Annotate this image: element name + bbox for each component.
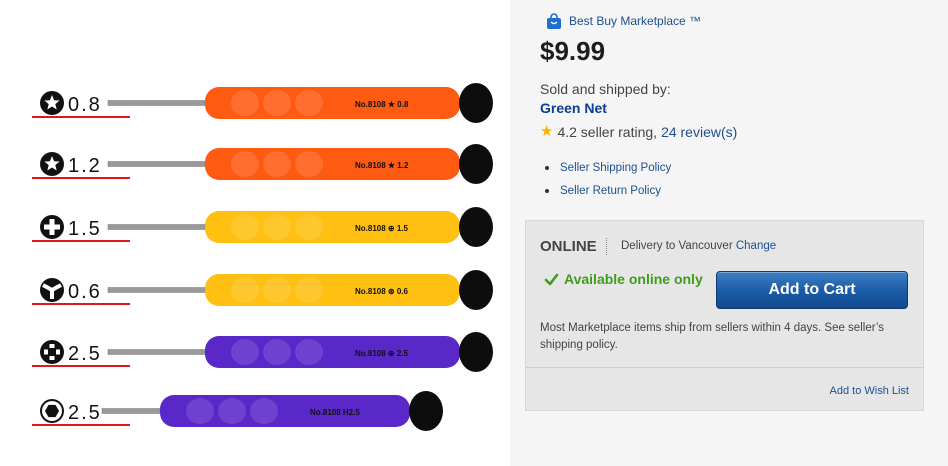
shopping-bag-icon <box>545 12 563 30</box>
handle-label: No.8108 ★ 0.8 <box>355 100 409 109</box>
seller-name-link[interactable]: Green Net <box>540 100 607 116</box>
screwdriver-1: 0.8 No.8108 ★ 0.8 <box>32 83 493 123</box>
checkmark-icon <box>544 272 559 287</box>
phillips-tip-icon <box>40 215 64 239</box>
availability-status: Available online only <box>544 271 703 287</box>
return-policy-link[interactable]: Seller Return Policy <box>545 181 671 204</box>
tip-size-label: 2.5 <box>68 343 102 365</box>
price: $9.99 <box>540 36 606 66</box>
star-tip-icon <box>40 91 64 115</box>
handle-label: No.8108 H2.5 <box>310 408 360 417</box>
screwdriver-5: 2.5 No.8108 ⊕ 2.5 <box>32 332 493 372</box>
shipping-policy-link[interactable]: Seller Shipping Policy <box>545 158 671 181</box>
delivery-text: Delivery to Vancouver <box>621 240 733 252</box>
tip-size-label: 2.5 <box>68 402 102 424</box>
handle-label: No.8108 ⊕ 1.5 <box>355 224 409 233</box>
hex-tip-icon <box>40 399 64 423</box>
reviews-link[interactable]: 24 review(s) <box>661 124 737 140</box>
handle-label: No.8108 ⊕ 2.5 <box>355 349 409 358</box>
rating-value: 4.2 seller rating, <box>557 124 658 140</box>
tip-size-label: 1.5 <box>68 218 102 240</box>
screwdriver-4: 0.6 No.8108 ⊛ 0.6 <box>32 270 493 310</box>
tri-wing-tip-icon <box>40 278 64 302</box>
online-label: ONLINE <box>540 238 607 255</box>
tip-size-label: 1.2 <box>68 155 102 177</box>
tip-size-label: 0.6 <box>68 281 102 303</box>
handle-label: No.8108 ★ 1.2 <box>355 161 409 170</box>
handle-label: No.8108 ⊛ 0.6 <box>355 287 409 296</box>
delivery-info: Delivery to Vancouver Change <box>621 240 776 252</box>
star-tip-icon <box>40 152 64 176</box>
marketplace-badge[interactable]: Best Buy Marketplace ™ <box>545 12 701 30</box>
divider <box>526 367 923 368</box>
tip-size-label: 0.8 <box>68 94 102 116</box>
change-location-link[interactable]: Change <box>736 240 776 252</box>
availability-text: Available online only <box>564 271 703 287</box>
screwdriver-6: 2.5 No.8108 H2.5 <box>32 391 443 431</box>
star-icon: ★ <box>540 123 554 140</box>
cross-tip-icon <box>40 340 64 364</box>
buy-box: ONLINE Delivery to Vancouver Change Avai… <box>525 220 924 411</box>
screwdriver-3: 1.5 No.8108 ⊕ 1.5 <box>32 207 493 247</box>
add-to-cart-button[interactable]: Add to Cart <box>716 271 908 309</box>
add-to-wishlist-link[interactable]: Add to Wish List <box>830 385 909 397</box>
sold-by-label: Sold and shipped by: <box>540 81 671 97</box>
seller-rating: ★ 4.2 seller rating, 24 review(s) <box>540 124 737 140</box>
seller-policies-list: Seller Shipping Policy Seller Return Pol… <box>545 158 671 204</box>
marketplace-label[interactable]: Best Buy Marketplace ™ <box>569 14 701 28</box>
screwdriver-set-image: 0.8 No.8108 ★ 0.8 1.2 No.8108 ★ 1.2 1.5 No.81… <box>32 83 493 431</box>
shipping-note: Most Marketplace items ship from sellers… <box>540 322 885 351</box>
product-image[interactable]: 0.8 No.8108 ★ 0.8 1.2 No.8108 ★ 1.2 1.5 No.81… <box>0 0 510 466</box>
screwdriver-2: 1.2 No.8108 ★ 1.2 <box>32 144 493 184</box>
